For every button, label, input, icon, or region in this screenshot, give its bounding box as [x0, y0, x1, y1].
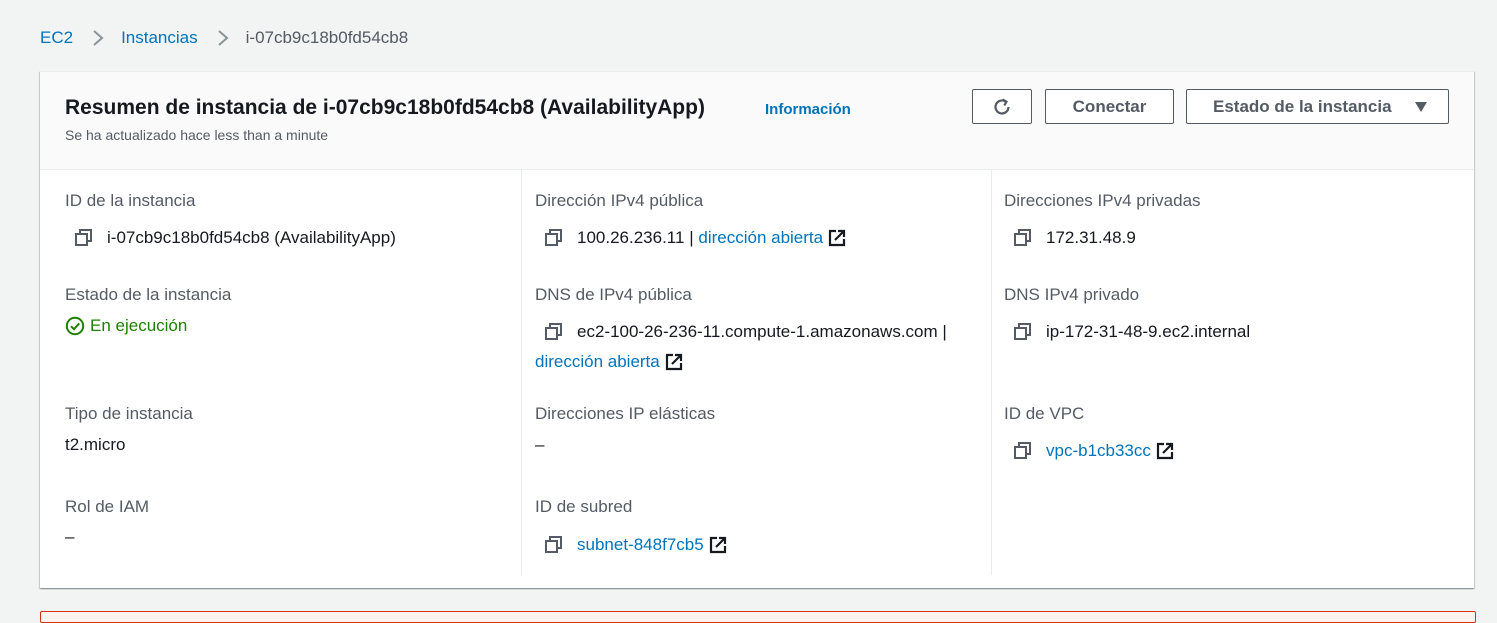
separator: |	[689, 228, 694, 247]
details-column-1: ID de la instancia i-07cb9c18b0fd54cb8 (…	[40, 169, 522, 575]
iam-role-value: –	[65, 527, 75, 546]
panel-header: Resumen de instancia de i-07cb9c18b0fd54…	[40, 72, 1474, 170]
copy-icon[interactable]	[543, 321, 565, 343]
caret-down-icon	[1415, 102, 1427, 112]
public-ipv4-open-link[interactable]: dirección abierta	[698, 228, 823, 248]
instance-id-label: ID de la instancia	[65, 191, 196, 210]
connect-button[interactable]: Conectar	[1045, 89, 1174, 124]
public-dns-value-row: ec2-100-26-236-11.compute-1.amazonaws.co…	[543, 321, 947, 343]
vpc-id-link[interactable]: vpc-b1cb33cc	[1046, 441, 1151, 461]
refresh-button[interactable]	[972, 89, 1032, 124]
private-ipv4-value-row: 172.31.48.9	[1012, 227, 1136, 249]
breadcrumb: EC2 Instancias i-07cb9c18b0fd54cb8	[40, 26, 408, 50]
chevron-right-icon	[93, 30, 104, 46]
last-updated-text: Se ha actualizado hace less than a minut…	[65, 127, 329, 143]
copy-icon[interactable]	[73, 227, 95, 249]
chevron-right-icon	[217, 30, 229, 46]
external-link-icon[interactable]	[827, 228, 847, 248]
vpc-id-label: ID de VPC	[1004, 404, 1085, 423]
iam-role-label: Rol de IAM	[65, 497, 150, 516]
details-column-3: Direcciones IPv4 privadas 172.31.48.9 DN…	[991, 169, 1474, 575]
copy-icon[interactable]	[1012, 227, 1034, 249]
instance-type-label: Tipo de instancia	[65, 404, 193, 423]
subnet-id-link[interactable]: subnet-848f7cb5	[577, 535, 704, 555]
public-ipv4-value: 100.26.236.11	[577, 228, 685, 247]
private-dns-label: DNS IPv4 privado	[1004, 285, 1140, 304]
elastic-ips-value: –	[535, 435, 545, 454]
vpc-id-value-row: vpc-b1cb33cc	[1012, 440, 1175, 462]
instance-summary-panel: Resumen de instancia de i-07cb9c18b0fd54…	[40, 71, 1474, 588]
public-dns-label: DNS de IPv4 pública	[535, 285, 692, 304]
public-ipv4-label: Dirección IPv4 pública	[535, 191, 704, 210]
public-ipv4-value-row: 100.26.236.11 | dirección abierta	[543, 227, 847, 249]
instance-state-dropdown-label: Estado de la instancia	[1213, 96, 1392, 116]
separator: |	[942, 322, 947, 341]
refresh-icon	[994, 98, 1010, 115]
subnet-id-label: ID de subred	[535, 497, 633, 516]
external-link-icon[interactable]	[1155, 441, 1175, 461]
breadcrumb-ec2[interactable]: EC2	[40, 28, 73, 48]
check-circle-icon	[65, 316, 85, 336]
instance-state-label: Estado de la instancia	[65, 285, 232, 304]
copy-icon[interactable]	[543, 227, 565, 249]
private-dns-value-row: ip-172-31-48-9.ec2.internal	[1012, 321, 1250, 343]
instance-state-dropdown[interactable]: Estado de la instancia	[1186, 89, 1449, 124]
info-link[interactable]: Información	[765, 101, 851, 118]
private-ipv4-label: Direcciones IPv4 privadas	[1004, 191, 1201, 210]
private-dns-value: ip-172-31-48-9.ec2.internal	[1046, 322, 1251, 341]
instance-id-value: i-07cb9c18b0fd54cb8 (AvailabilityApp)	[107, 228, 396, 247]
copy-icon[interactable]	[1012, 440, 1034, 462]
public-dns-open-link[interactable]: dirección abierta	[535, 352, 660, 372]
breadcrumb-instancias[interactable]: Instancias	[121, 28, 198, 48]
external-link-icon[interactable]	[708, 535, 728, 555]
alert-banner	[40, 611, 1476, 623]
subnet-id-value-row: subnet-848f7cb5	[543, 534, 728, 556]
copy-icon[interactable]	[543, 534, 565, 556]
elastic-ips-label: Direcciones IP elásticas	[535, 404, 716, 423]
private-ipv4-value: 172.31.48.9	[1046, 228, 1136, 247]
instance-state-value: En ejecución	[90, 316, 188, 335]
copy-icon[interactable]	[1012, 321, 1034, 343]
page-title: Resumen de instancia de i-07cb9c18b0fd54…	[65, 96, 705, 119]
instance-id-value-row: i-07cb9c18b0fd54cb8 (AvailabilityApp)	[73, 227, 396, 249]
breadcrumb-current: i-07cb9c18b0fd54cb8	[245, 28, 409, 47]
details-column-2: Dirección IPv4 pública 100.26.236.11 | d…	[521, 169, 992, 575]
public-dns-link-row: dirección abierta	[535, 352, 684, 372]
instance-type-value: t2.micro	[65, 435, 126, 454]
external-link-icon[interactable]	[664, 352, 684, 372]
public-dns-value: ec2-100-26-236-11.compute-1.amazonaws.co…	[577, 322, 938, 341]
instance-state-value-row: En ejecución	[65, 316, 187, 336]
